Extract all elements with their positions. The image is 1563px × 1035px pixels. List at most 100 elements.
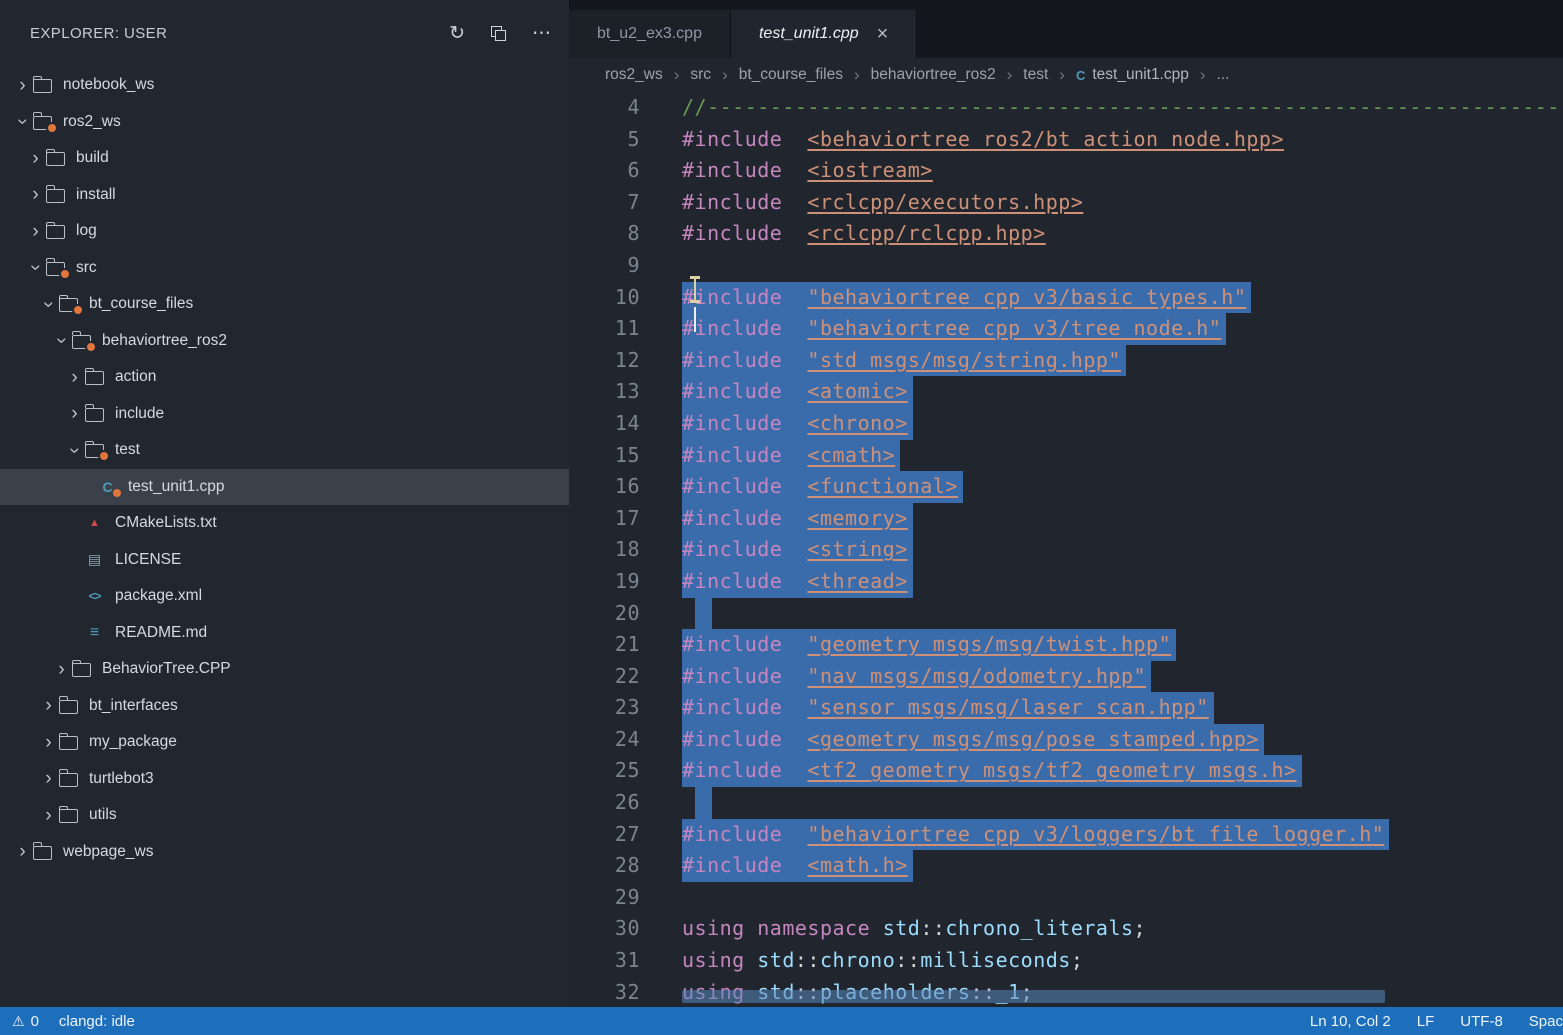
- tree-item-bt-interfaces[interactable]: › bt_interfaces: [0, 688, 569, 725]
- code-line[interactable]: 31using std::chrono::milliseconds;: [569, 945, 1563, 977]
- code-line[interactable]: 20: [569, 598, 1563, 630]
- code-editor[interactable]: 4//-------------------------------------…: [569, 92, 1563, 1007]
- file-tree: ›notebook_ws›ros2_ws›build›install›log›s…: [0, 67, 569, 1007]
- chevron-right-icon[interactable]: ›: [27, 222, 44, 241]
- tree-item-test-unit1-cpp[interactable]: Ctest_unit1.cpp: [0, 469, 569, 506]
- tree-item-notebook-ws[interactable]: ›notebook_ws: [0, 67, 569, 104]
- tree-item-bt-course-files[interactable]: ›bt_course_files: [0, 286, 569, 323]
- chevron-down-icon[interactable]: ›: [65, 442, 84, 459]
- code-line[interactable]: 16#include <functional>: [569, 471, 1563, 503]
- explorer-sidebar: EXPLORER: USER ↻ ⋯ ›notebook_ws›ros2_ws›…: [0, 0, 569, 1007]
- code-line[interactable]: 18#include <string>: [569, 534, 1563, 566]
- breadcrumb-item-ros2-ws[interactable]: ros2_ws: [605, 66, 663, 84]
- tree-item-label: action: [115, 368, 156, 386]
- tree-item-readme-md[interactable]: ≡README.md: [0, 615, 569, 652]
- tree-item-action[interactable]: › action: [0, 359, 569, 396]
- chevron-right-icon[interactable]: ›: [66, 404, 83, 423]
- chevron-right-icon[interactable]: ›: [14, 842, 31, 861]
- tree-item-my-package[interactable]: ›my_package: [0, 724, 569, 761]
- breadcrumb-item-bt-course-files[interactable]: bt_course_files: [739, 66, 843, 84]
- code-line[interactable]: 9: [569, 250, 1563, 282]
- chevron-down-icon[interactable]: ›: [13, 113, 32, 130]
- encoding-status[interactable]: UTF-8: [1460, 1013, 1503, 1030]
- tree-item-behaviortree-ros2[interactable]: ›behaviortree_ros2: [0, 323, 569, 360]
- chevron-right-icon[interactable]: ›: [40, 769, 57, 788]
- problems-status[interactable]: ⚠ 0: [12, 1013, 39, 1030]
- code-line[interactable]: 6#include <iostream>: [569, 155, 1563, 187]
- horizontal-scrollbar[interactable]: [682, 990, 1385, 1003]
- code-line[interactable]: 14#include <chrono>: [569, 408, 1563, 440]
- chevron-down-icon[interactable]: ›: [26, 259, 45, 276]
- tree-item-build[interactable]: ›build: [0, 140, 569, 177]
- code-line[interactable]: 26: [569, 787, 1563, 819]
- code-line[interactable]: 4//-------------------------------------…: [569, 92, 1563, 124]
- breadcrumb-item-test-unit1-cpp[interactable]: test_unit1.cpp: [1092, 66, 1189, 84]
- folder-icon: [46, 189, 65, 203]
- code-line[interactable]: 10#include "behaviortree_cpp_v3/basic_ty…: [569, 282, 1563, 314]
- tree-item-label: README.md: [115, 624, 207, 642]
- tree-item-label: bt_interfaces: [89, 697, 178, 715]
- breadcrumb-more[interactable]: ...: [1217, 66, 1230, 84]
- tree-item-ros2-ws[interactable]: › ros2_ws: [0, 104, 569, 141]
- tree-item-utils[interactable]: ›utils: [0, 797, 569, 834]
- tab-bt-u2-ex3-cpp[interactable]: bt_u2_ex3.cpp: [569, 10, 731, 58]
- tree-item-src[interactable]: ›src: [0, 250, 569, 287]
- code-line[interactable]: 12#include "std_msgs/msg/string.hpp": [569, 345, 1563, 377]
- xml-file-icon: <>: [86, 588, 103, 605]
- chevron-down-icon[interactable]: ›: [52, 332, 71, 349]
- eol-status[interactable]: LF: [1417, 1013, 1435, 1030]
- code-line[interactable]: 28#include <math.h>: [569, 850, 1563, 882]
- folder-icon: [46, 152, 65, 166]
- code-line[interactable]: 13#include <atomic>: [569, 376, 1563, 408]
- tree-item-webpage-ws[interactable]: ›webpage_ws: [0, 834, 569, 871]
- code-line[interactable]: 22#include "nav_msgs/msg/odometry.hpp": [569, 661, 1563, 693]
- refresh-explorer-icon[interactable]: ↻: [449, 24, 465, 43]
- tree-item-license[interactable]: ▤LICENSE: [0, 542, 569, 579]
- line-number: 32: [569, 977, 682, 1007]
- code-line[interactable]: 19#include <thread>: [569, 566, 1563, 598]
- code-line[interactable]: 27#include "behaviortree_cpp_v3/loggers/…: [569, 819, 1563, 851]
- tree-item-include[interactable]: ›include: [0, 396, 569, 433]
- chevron-right-icon[interactable]: ›: [40, 806, 57, 825]
- code-line[interactable]: 8#include <rclcpp/rclcpp.hpp>: [569, 218, 1563, 250]
- tree-item-test[interactable]: ›test: [0, 432, 569, 469]
- breadcrumb-item-behaviortree-ros2[interactable]: behaviortree_ros2: [871, 66, 996, 84]
- code-line[interactable]: 23#include "sensor_msgs/msg/laser_scan.h…: [569, 692, 1563, 724]
- code-line[interactable]: 7#include <rclcpp/executors.hpp>: [569, 187, 1563, 219]
- collapse-folders-icon[interactable]: [491, 26, 506, 41]
- code-line[interactable]: 17#include <memory>: [569, 503, 1563, 535]
- chevron-right-icon[interactable]: ›: [53, 660, 70, 679]
- indentation-status[interactable]: Spac: [1529, 1013, 1563, 1030]
- tab-test-unit1-cpp[interactable]: test_unit1.cpp×: [731, 10, 917, 58]
- breadcrumb-item-src[interactable]: src: [690, 66, 711, 84]
- chevron-right-icon[interactable]: ›: [40, 696, 57, 715]
- breadcrumb-item-test[interactable]: test: [1023, 66, 1048, 84]
- code-line[interactable]: 11#include "behaviortree_cpp_v3/tree_nod…: [569, 313, 1563, 345]
- chevron-right-icon[interactable]: ›: [66, 368, 83, 387]
- tree-item-label: ros2_ws: [63, 113, 121, 131]
- chevron-right-icon[interactable]: ›: [40, 733, 57, 752]
- tree-item-cmakelists-txt[interactable]: ▲CMakeLists.txt: [0, 505, 569, 542]
- cpp-file-icon[interactable]: C: [1076, 68, 1085, 83]
- chevron-down-icon[interactable]: ›: [39, 296, 58, 313]
- code-line[interactable]: 29: [569, 882, 1563, 914]
- line-number: 25: [569, 755, 682, 787]
- code-line[interactable]: 24#include <geometry_msgs/msg/pose_stamp…: [569, 724, 1563, 756]
- more-actions-icon[interactable]: ⋯: [532, 24, 551, 43]
- tree-item-behaviortree-cpp[interactable]: ›BehaviorTree.CPP: [0, 651, 569, 688]
- code-line[interactable]: 30using namespace std::chrono_literals;: [569, 913, 1563, 945]
- cursor-position-status[interactable]: Ln 10, Col 2: [1310, 1013, 1391, 1030]
- code-line[interactable]: 25#include <tf2_geometry_msgs/tf2_geomet…: [569, 755, 1563, 787]
- chevron-right-icon[interactable]: ›: [27, 149, 44, 168]
- tree-item-package-xml[interactable]: <>package.xml: [0, 578, 569, 615]
- tree-item-log[interactable]: ›log: [0, 213, 569, 250]
- chevron-right-icon[interactable]: ›: [27, 185, 44, 204]
- code-line[interactable]: 5#include <behaviortree_ros2/bt_action_n…: [569, 124, 1563, 156]
- code-line[interactable]: 21#include "geometry_msgs/msg/twist.hpp": [569, 629, 1563, 661]
- clangd-status[interactable]: clangd: idle: [59, 1013, 135, 1030]
- chevron-right-icon[interactable]: ›: [14, 76, 31, 95]
- close-icon[interactable]: ×: [877, 24, 889, 44]
- tree-item-turtlebot3[interactable]: ›turtlebot3: [0, 761, 569, 798]
- code-line[interactable]: 15#include <cmath>: [569, 440, 1563, 472]
- tree-item-install[interactable]: ›install: [0, 177, 569, 214]
